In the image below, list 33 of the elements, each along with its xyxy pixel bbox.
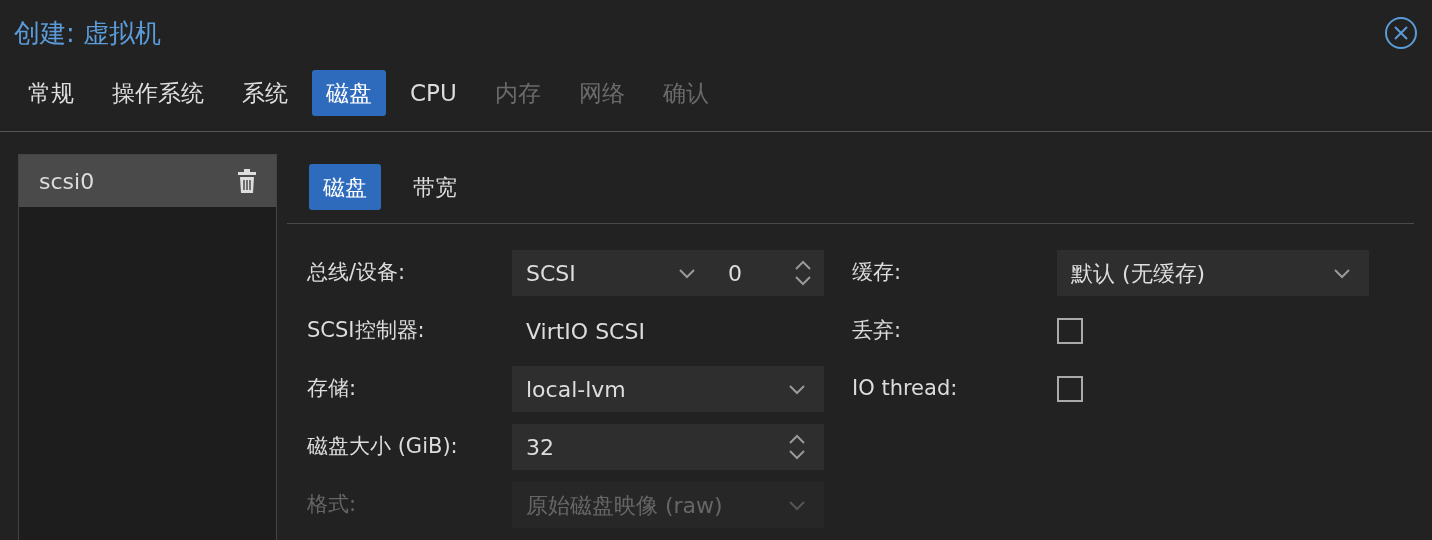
- checkbox[interactable]: [1057, 376, 1083, 402]
- window-title: 创建: 虚拟机: [14, 16, 162, 50]
- field-label: SCSI控制器:: [307, 317, 426, 345]
- tab[interactable]: CPU: [396, 70, 471, 116]
- field-label: IO thread:: [852, 375, 959, 403]
- chevron-down-icon[interactable]: [788, 382, 806, 396]
- tab[interactable]: 操作系统: [98, 70, 218, 116]
- field-label: 磁盘大小 (GiB):: [307, 433, 459, 461]
- field-label: 格式:: [307, 491, 358, 519]
- disk-list-item[interactable]: scsi0: [19, 155, 276, 207]
- tab[interactable]: 磁盘: [312, 70, 386, 116]
- tab[interactable]: 磁盘: [309, 164, 381, 210]
- device-number-field[interactable]: 0: [714, 250, 824, 296]
- field-value: VirtIO SCSI: [525, 317, 645, 346]
- spinner-arrows-icon[interactable]: [788, 434, 806, 460]
- tab[interactable]: 系统: [228, 70, 302, 116]
- close-icon[interactable]: [1384, 16, 1418, 50]
- spinner-arrows-icon[interactable]: [794, 260, 812, 286]
- select-field[interactable]: 默认 (无缓存): [1057, 250, 1369, 296]
- field-label: 存储:: [307, 375, 358, 403]
- checkbox[interactable]: [1057, 318, 1083, 344]
- field-label: 总线/设备:: [307, 259, 407, 287]
- select-field[interactable]: local-lvm: [512, 366, 824, 412]
- chevron-down-icon[interactable]: [1333, 266, 1351, 280]
- field-label: 丢弃:: [852, 317, 903, 345]
- disk-name: scsi0: [39, 167, 95, 196]
- trash-icon[interactable]: [236, 169, 258, 193]
- tab[interactable]: 常规: [14, 70, 88, 116]
- field-label: 缓存:: [852, 259, 903, 287]
- chevron-down-icon[interactable]: [678, 266, 696, 280]
- number-field[interactable]: 32: [512, 424, 824, 470]
- bus-select[interactable]: SCSI: [512, 250, 714, 296]
- tab[interactable]: 带宽: [399, 164, 471, 210]
